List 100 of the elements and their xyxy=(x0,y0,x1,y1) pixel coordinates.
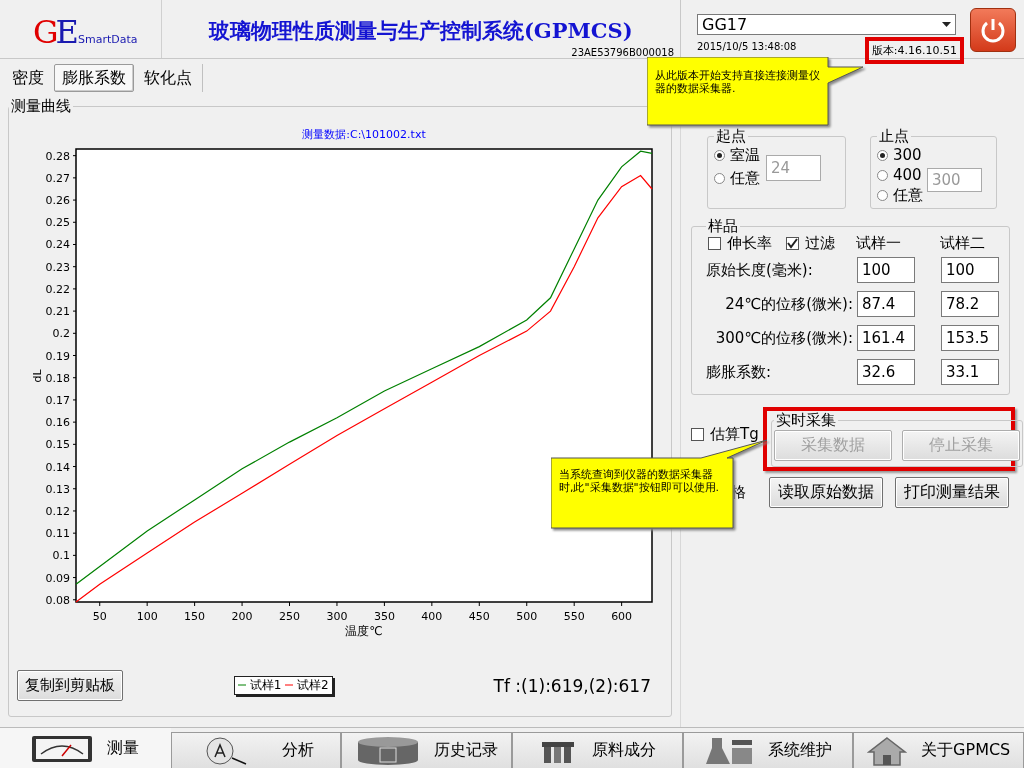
nav-tab[interactable]: 系统维护 xyxy=(682,732,854,768)
serial-number: 23AE53796B000018 xyxy=(571,47,674,58)
input-field[interactable]: 100 xyxy=(941,257,999,283)
axis-tick-label: 0.1 xyxy=(52,549,70,563)
axis-tick-label: 300 xyxy=(326,610,348,623)
axis-tick-label: 0.15 xyxy=(45,438,70,452)
axis-tick-label: 0.17 xyxy=(45,393,70,407)
axis-tick-label: 550 xyxy=(563,610,585,623)
input-field[interactable]: 78.2 xyxy=(941,291,999,317)
logo-text: SmartData xyxy=(77,33,138,48)
device-dropdown[interactable]: GG17 xyxy=(697,14,956,35)
column-header: 试样一 xyxy=(856,234,902,253)
axis-tick-label: 0.11 xyxy=(45,527,70,541)
power-button[interactable] xyxy=(970,8,1016,52)
radio-label[interactable]: 300 xyxy=(893,146,922,164)
input-field[interactable]: 32.6 xyxy=(857,359,915,385)
cylinder-icon[interactable] xyxy=(355,735,420,766)
legend-key-icon xyxy=(237,681,246,689)
tab[interactable]: 密度 xyxy=(4,64,52,92)
date-time: 2015/10/5 13:48:08 xyxy=(697,41,797,52)
axis-tick-label: 0.19 xyxy=(45,349,70,363)
radio-label[interactable]: 室温 xyxy=(730,146,760,165)
radio-button[interactable] xyxy=(877,169,888,181)
column-header: 试样二 xyxy=(940,234,986,253)
group-title: 止点 xyxy=(878,127,910,146)
radio-button[interactable] xyxy=(714,150,725,161)
radio-label[interactable]: 400 xyxy=(893,166,922,184)
copy-button[interactable]: 复制到剪贴板 xyxy=(17,670,123,701)
axis-tick-label: 450 xyxy=(468,610,490,623)
legend-key-icon xyxy=(285,681,294,689)
legend-label: 试样2 xyxy=(296,678,329,692)
group-title: 起点 xyxy=(715,127,747,146)
dropdown-arrow-icon[interactable] xyxy=(942,22,951,27)
group-title: 样品 xyxy=(707,217,739,236)
axis-tick-label: 0.21 xyxy=(45,305,70,319)
input-field[interactable]: 33.1 xyxy=(941,359,999,385)
axis-tick-label: 0.13 xyxy=(45,482,70,496)
radio-button[interactable] xyxy=(714,173,725,184)
action-button[interactable]: 打印测量结果 xyxy=(895,477,1009,508)
group-title: 实时采集 xyxy=(775,411,837,430)
axis-tick-label: 400 xyxy=(421,610,443,623)
gauge-icon[interactable] xyxy=(31,733,94,764)
axis-tick-label: 200 xyxy=(231,610,253,623)
radio-label[interactable]: 任意 xyxy=(893,186,923,205)
axis-tick-label: 50 xyxy=(92,610,107,623)
radio-button[interactable] xyxy=(877,149,888,161)
legend-label: 试样1 xyxy=(248,678,282,692)
axis-tick-label: 0.27 xyxy=(45,171,70,185)
axis-tick-label: 0.24 xyxy=(45,238,70,252)
checkbox[interactable] xyxy=(691,428,704,441)
nav-tab[interactable]: 原料成分 xyxy=(512,732,683,768)
checkbox[interactable] xyxy=(708,237,721,250)
app-title: 玻璃物理性质测量与生产控制系统(GPMCS) xyxy=(208,17,633,45)
axis-tick-label: 0.12 xyxy=(45,504,70,518)
input-field[interactable]: 153.5 xyxy=(941,325,999,351)
checkbox-label[interactable]: 过滤 xyxy=(805,234,835,253)
axis-tick-label: 0.2 xyxy=(52,327,70,341)
action-button[interactable]: 读取原始数据 xyxy=(769,477,883,508)
axis-tick-label: 600 xyxy=(611,610,633,623)
axis-tick-label: 250 xyxy=(279,610,300,623)
axis-tick-label: 0.22 xyxy=(45,282,70,296)
nav-tab[interactable]: 历史记录 xyxy=(341,732,512,768)
axis-tick-label: 0.26 xyxy=(45,194,70,208)
field-label: 原始长度(毫米): xyxy=(706,260,814,280)
axis-tick-label: 0.09 xyxy=(45,571,70,585)
logo-mark: GE xyxy=(33,16,76,48)
tab[interactable]: 膨胀系数 xyxy=(54,64,134,92)
axis-title: dL xyxy=(31,369,44,383)
axis-tick-label: 500 xyxy=(516,610,538,623)
input-field[interactable]: 87.4 xyxy=(857,291,915,317)
tab[interactable]: 软化点 xyxy=(136,64,200,92)
nav-tab[interactable]: 测量 xyxy=(0,728,171,768)
axis-tick-label: 0.08 xyxy=(45,593,70,607)
axis-tick-label: 100 xyxy=(136,610,158,623)
axis-title: 温度℃ xyxy=(345,624,383,638)
radio-label[interactable]: 任意 xyxy=(730,169,760,188)
field-label: 膨胀系数: xyxy=(706,362,773,382)
version-label: 版本:4.16.10.51 xyxy=(864,37,964,64)
field-label: 300℃的位移(微米): xyxy=(714,328,854,348)
checkbox-label[interactable]: 估算Tg xyxy=(710,425,759,444)
callout-text: 当系统查询到仪器的数据采集器时,此"采集数据"按钮即可以使用. xyxy=(559,468,721,494)
axis-tick-label: 150 xyxy=(184,610,206,623)
input-field[interactable]: 161.4 xyxy=(857,325,915,351)
flask-icon[interactable] xyxy=(704,735,754,766)
nav-tab[interactable]: 分析 xyxy=(170,732,342,768)
axis-tick-label: 0.28 xyxy=(45,149,70,163)
house-icon[interactable] xyxy=(867,735,908,766)
nav-tab[interactable]: 关于GPMCS xyxy=(853,732,1024,768)
axis-tick-label: 0.25 xyxy=(45,216,70,230)
input-field[interactable]: 100 xyxy=(857,257,915,283)
field-label: 24℃的位移(微米): xyxy=(724,294,854,314)
axis-tick-label: 0.16 xyxy=(45,416,70,430)
checkbox-label[interactable]: 伸长率 xyxy=(727,234,772,253)
axis-tick-label: 0.18 xyxy=(45,371,70,385)
callout-text: 从此版本开始支持直接连接测量仪器的数据采集器. xyxy=(655,69,820,95)
group-title: 测量曲线 xyxy=(10,97,72,116)
radio-button[interactable] xyxy=(877,190,888,201)
axis-tick-label: 0.23 xyxy=(45,260,70,274)
axis-tick-label: 0.14 xyxy=(45,460,70,474)
checkbox[interactable] xyxy=(786,237,799,250)
